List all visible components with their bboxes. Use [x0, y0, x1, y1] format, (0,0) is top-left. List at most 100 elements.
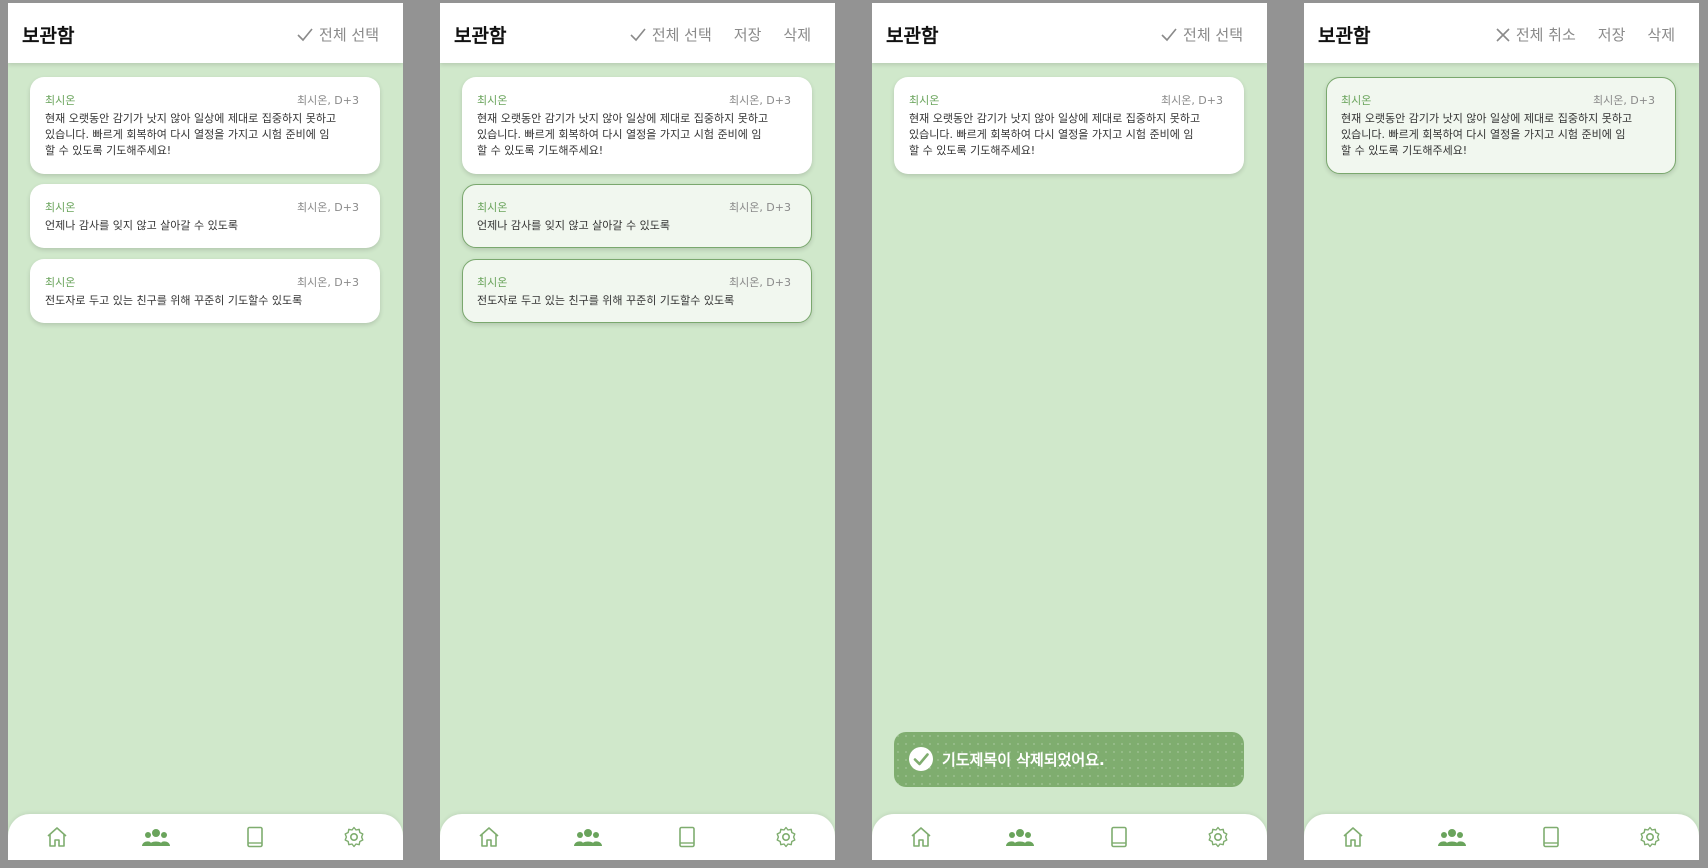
card-meta: 최시온, D+3: [728, 94, 791, 107]
community-icon: [142, 829, 171, 846]
screen-archive-single-selected: 보관함 전체 취소 저장 삭제 최시온 최시온, D+3 현재 오랫동안 감기가…: [1304, 3, 1699, 860]
bottom-tab-bar: [872, 814, 1267, 860]
book-icon: [1111, 826, 1127, 848]
tab-book[interactable]: [667, 822, 707, 852]
card-meta: 최시온, D+3: [728, 276, 791, 289]
card-meta: 최시온, D+3: [1592, 94, 1655, 107]
check-circle-icon: [909, 747, 933, 771]
tab-community[interactable]: [136, 822, 176, 852]
card-author: 최시온: [45, 276, 76, 289]
bottom-tab-bar: [1304, 814, 1699, 860]
save-button[interactable]: 저장: [734, 24, 762, 45]
tab-community[interactable]: [1000, 822, 1040, 852]
card-line: 언제나 감사를 잊지 않고 살아갈 수 있도록: [477, 219, 671, 232]
select-all-button[interactable]: 전체 선택: [630, 24, 712, 45]
prayer-card[interactable]: 최시온 최시온, D+3 현재 오랫동안 감기가 낫지 않아 일상에 제대로 집…: [30, 77, 380, 174]
page-title: 보관함: [454, 25, 507, 47]
book-icon: [679, 826, 695, 848]
header-actions: 전체 선택 저장 삭제: [630, 24, 811, 45]
settings-icon: [344, 826, 364, 848]
card-meta: 최시온, D+3: [296, 201, 359, 214]
header-actions: 전체 취소 저장 삭제: [1496, 24, 1675, 45]
select-all-button[interactable]: 전체 선택: [297, 24, 379, 45]
settings-icon: [1208, 826, 1228, 848]
header: 보관함 전체 선택 저장 삭제: [440, 3, 835, 63]
toast-message: 기도제목이 삭제되었어요.: [942, 751, 1105, 769]
community-icon: [1006, 829, 1035, 846]
tab-settings[interactable]: [766, 822, 806, 852]
card-line: 전도자로 두고 있는 친구를 위해 꾸준히 기도할수 있도록: [477, 294, 735, 307]
tab-home[interactable]: [1333, 822, 1373, 852]
screen-archive-selecting: 보관함 전체 선택 저장 삭제 최시온 최시온, D+3 현재 오랫동안 감기가…: [440, 3, 835, 860]
toast-notification: 기도제목이 삭제되었어요.: [894, 732, 1244, 787]
card-line: 언제나 감사를 잊지 않고 살아갈 수 있도록: [45, 219, 239, 232]
screen-archive-default: 보관함 전체 선택 최시온 최시온, D+3 현재 오랫동안 감기가 낫지 않아…: [8, 3, 403, 860]
tab-book[interactable]: [1531, 822, 1571, 852]
card-body: 언제나 감사를 잊지 않고 살아갈 수 있도록: [45, 218, 345, 234]
select-all-button[interactable]: 전체 선택: [1161, 24, 1243, 45]
community-icon: [574, 829, 603, 846]
card-meta: 최시온, D+3: [1160, 94, 1223, 107]
save-button[interactable]: 저장: [1598, 24, 1626, 45]
page-title: 보관함: [1318, 25, 1371, 47]
settings-icon: [776, 826, 796, 848]
card-meta: 최시온, D+3: [296, 94, 359, 107]
community-icon: [1438, 829, 1467, 846]
card-author: 최시온: [1341, 94, 1372, 107]
card-author: 최시온: [909, 94, 940, 107]
page-title: 보관함: [886, 25, 939, 47]
deselect-all-button[interactable]: 전체 취소: [1496, 24, 1576, 45]
select-all-label: 전체 선택: [319, 26, 379, 44]
delete-button[interactable]: 삭제: [783, 24, 811, 45]
select-all-label: 전체 선택: [651, 26, 712, 44]
card-line: 할 수 있도록 기도해주세요!: [45, 144, 172, 157]
card-line: 있습니다. 빠르게 회복하여 다시 열정을 가지고 시험 준비에 임: [909, 128, 1194, 141]
card-body: 현재 오랫동안 감기가 낫지 않아 일상에 제대로 집중하지 못하고 있습니다.…: [909, 111, 1209, 159]
tab-home[interactable]: [469, 822, 509, 852]
header: 보관함 전체 취소 저장 삭제: [1304, 3, 1699, 63]
card-line: 할 수 있도록 기도해주세요!: [909, 144, 1036, 157]
tab-book[interactable]: [1099, 822, 1139, 852]
card-body: 현재 오랫동안 감기가 낫지 않아 일상에 제대로 집중하지 못하고 있습니다.…: [45, 111, 345, 159]
delete-button[interactable]: 삭제: [1647, 24, 1675, 45]
card-line: 현재 오랫동안 감기가 낫지 않아 일상에 제대로 집중하지 못하고: [45, 112, 337, 125]
header: 보관함 전체 선택: [8, 3, 403, 63]
card-meta: 최시온, D+3: [296, 276, 359, 289]
tab-home[interactable]: [901, 822, 941, 852]
prayer-card[interactable]: 최시온 최시온, D+3 전도자로 두고 있는 친구를 위해 꾸준히 기도할수 …: [30, 259, 380, 323]
check-icon: [630, 27, 646, 41]
tab-settings[interactable]: [1630, 822, 1670, 852]
card-line: 할 수 있도록 기도해주세요!: [1341, 144, 1468, 157]
prayer-card-selected[interactable]: 최시온 최시온, D+3 현재 오랫동안 감기가 낫지 않아 일상에 제대로 집…: [1326, 77, 1676, 174]
close-icon: [1496, 27, 1510, 42]
card-line: 현재 오랫동안 감기가 낫지 않아 일상에 제대로 집중하지 못하고: [1341, 112, 1633, 125]
home-icon: [479, 827, 499, 847]
select-all-label: 전체 선택: [1183, 26, 1243, 44]
card-author: 최시온: [45, 201, 76, 214]
settings-icon: [1640, 826, 1660, 848]
check-icon: [1161, 27, 1177, 41]
card-author: 최시온: [477, 201, 508, 214]
card-author: 최시온: [477, 94, 508, 107]
bottom-tab-bar: [440, 814, 835, 860]
book-icon: [1543, 826, 1559, 848]
card-line: 전도자로 두고 있는 친구를 위해 꾸준히 기도할수 있도록: [45, 294, 303, 307]
tab-home[interactable]: [37, 822, 77, 852]
card-author: 최시온: [45, 94, 76, 107]
header-actions: 전체 선택: [1161, 24, 1243, 45]
prayer-card[interactable]: 최시온 최시온, D+3 현재 오랫동안 감기가 낫지 않아 일상에 제대로 집…: [462, 77, 812, 174]
tab-book[interactable]: [235, 822, 275, 852]
home-icon: [1343, 827, 1363, 847]
prayer-card[interactable]: 최시온 최시온, D+3 언제나 감사를 잊지 않고 살아갈 수 있도록: [30, 184, 380, 248]
card-line: 있습니다. 빠르게 회복하여 다시 열정을 가지고 시험 준비에 임: [45, 128, 330, 141]
card-body: 현재 오랫동안 감기가 낫지 않아 일상에 제대로 집중하지 못하고 있습니다.…: [477, 111, 777, 159]
tab-community[interactable]: [568, 822, 608, 852]
card-line: 현재 오랫동안 감기가 낫지 않아 일상에 제대로 집중하지 못하고: [909, 112, 1201, 125]
tab-settings[interactable]: [1198, 822, 1238, 852]
tab-community[interactable]: [1432, 822, 1472, 852]
prayer-card-selected[interactable]: 최시온 최시온, D+3 전도자로 두고 있는 친구를 위해 꾸준히 기도할수 …: [462, 259, 812, 323]
prayer-card-selected[interactable]: 최시온 최시온, D+3 언제나 감사를 잊지 않고 살아갈 수 있도록: [462, 184, 812, 248]
card-author: 최시온: [477, 276, 508, 289]
tab-settings[interactable]: [334, 822, 374, 852]
prayer-card[interactable]: 최시온 최시온, D+3 현재 오랫동안 감기가 낫지 않아 일상에 제대로 집…: [894, 77, 1244, 174]
